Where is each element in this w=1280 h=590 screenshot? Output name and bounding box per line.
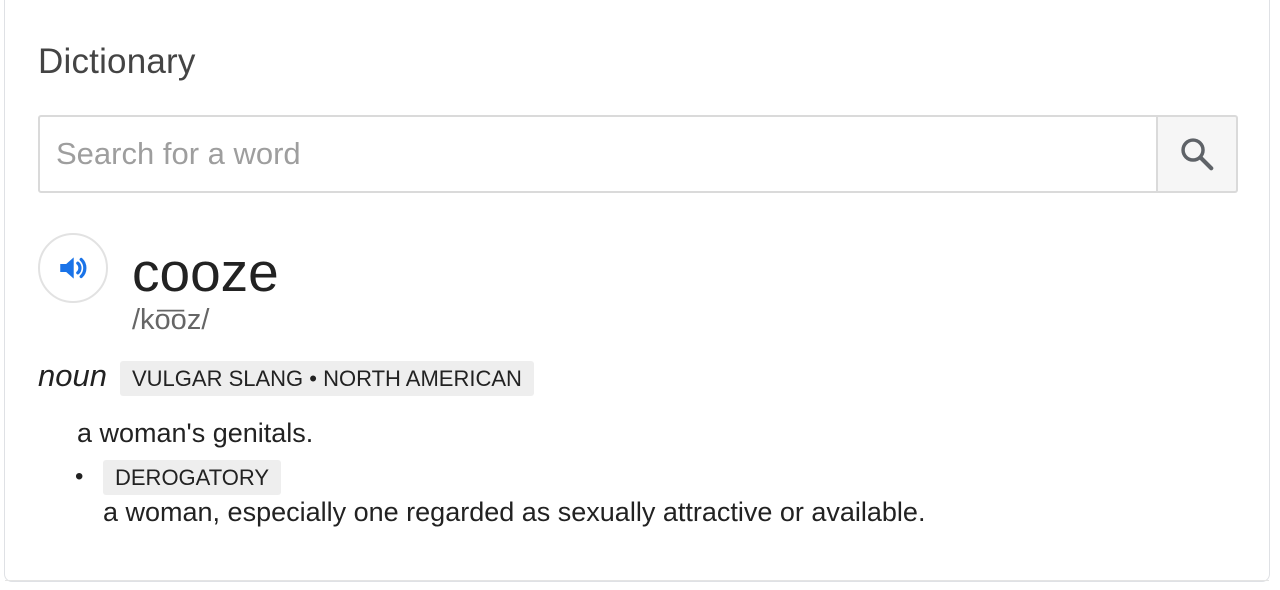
definition-2-tag: DEROGATORY: [103, 460, 282, 495]
usage-label-badge: VULGAR SLANG • NORTH AMERICAN: [120, 361, 534, 396]
headword: cooze: [132, 241, 279, 303]
part-of-speech: noun: [38, 358, 107, 393]
dictionary-title: Dictionary: [38, 42, 196, 81]
definition-2-bullet: •: [75, 463, 84, 490]
pronunciation-audio-button[interactable]: [38, 233, 108, 303]
search-box: [38, 115, 1158, 193]
card-divider: [5, 580, 1269, 581]
speaker-icon: [60, 257, 87, 279]
search-icon: [1181, 138, 1214, 171]
phonetic-spelling: /ko͞oz/: [132, 304, 210, 336]
search-input[interactable]: [40, 117, 1156, 191]
definition-2-text: a woman, especially one regarded as sexu…: [103, 497, 926, 527]
definition-1-text: a woman's genitals.: [77, 418, 314, 448]
search-button[interactable]: [1158, 115, 1238, 193]
